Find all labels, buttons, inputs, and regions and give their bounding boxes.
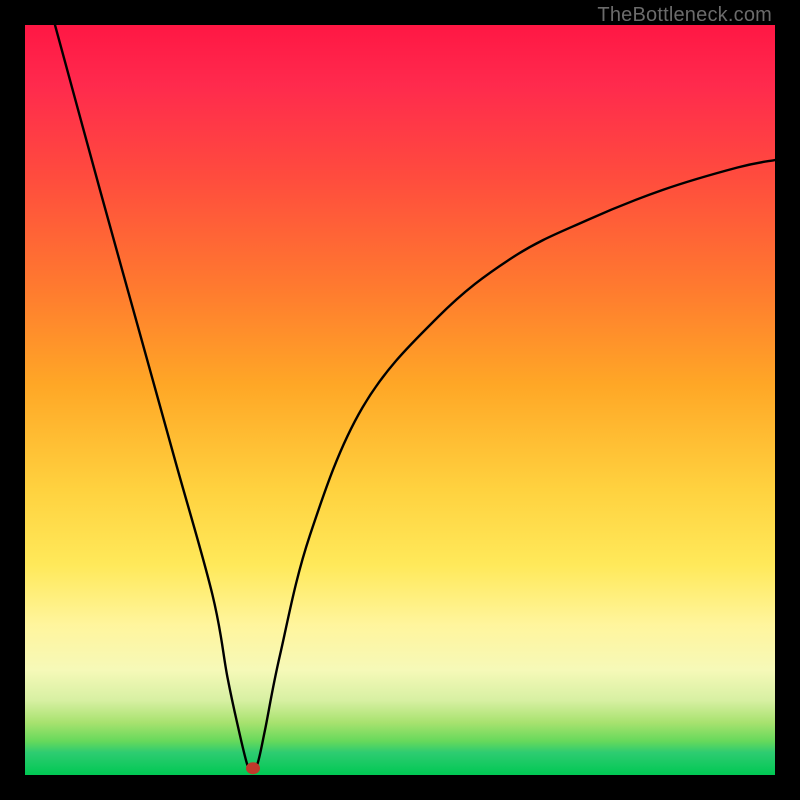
watermark-text: TheBottleneck.com: [597, 4, 772, 27]
chart-frame: TheBottleneck.com: [0, 0, 800, 800]
bottleneck-curve-svg: [25, 25, 775, 775]
optimum-marker: [247, 763, 260, 774]
plot-area: [25, 25, 775, 775]
bottleneck-curve: [55, 25, 775, 771]
